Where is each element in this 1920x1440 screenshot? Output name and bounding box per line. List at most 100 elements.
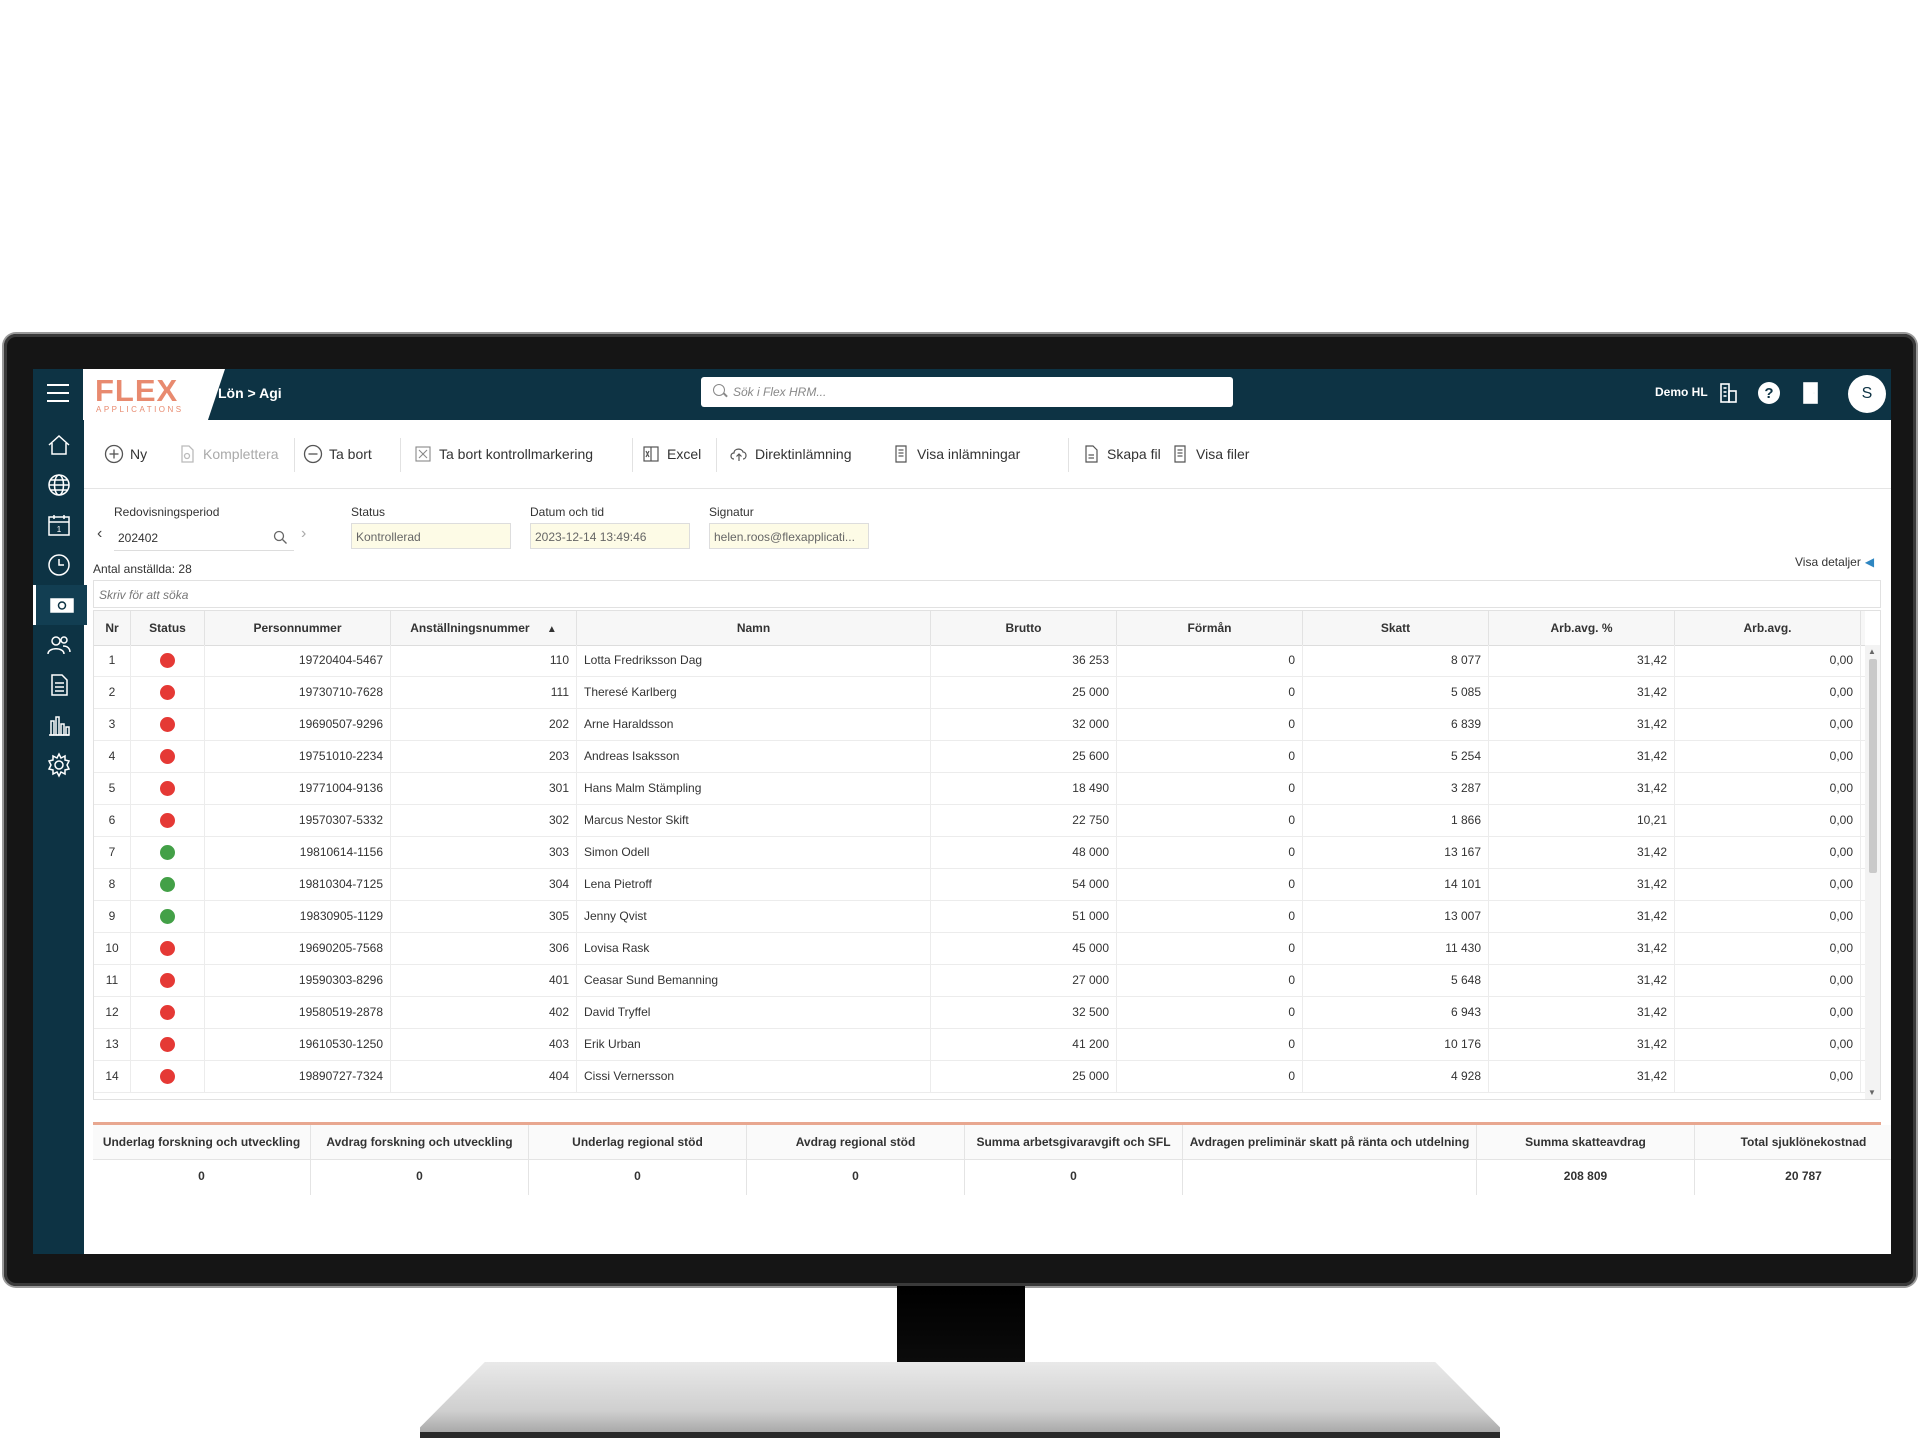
summary-label: Avdrag forskning och utveckling	[311, 1125, 528, 1160]
menu-icon[interactable]	[47, 384, 69, 404]
cell-skatt: 10 176	[1303, 1029, 1489, 1061]
summary-column: Summa arbetsgivaravgift och SFL 0	[965, 1125, 1183, 1195]
cell-arbavg: 0,00	[1675, 933, 1861, 965]
sidebar-item-people[interactable]	[33, 625, 84, 665]
sidebar-item-time[interactable]	[33, 545, 84, 585]
summary-column: Avdragen preliminär skatt på ränta och u…	[1183, 1125, 1477, 1195]
sidebar-item-calendar[interactable]: 1	[33, 505, 84, 545]
cell-forman: 0	[1117, 645, 1303, 677]
cell-arbavg: 0,00	[1675, 805, 1861, 837]
global-search-input[interactable]: Sök i Flex HRM...	[701, 377, 1233, 407]
sidebar-item-documents[interactable]	[33, 665, 84, 705]
table-row[interactable]: 2 19730710-7628 111 Theresé Karlberg 25 000 0…	[94, 677, 1865, 709]
col-namn[interactable]: Namn	[577, 611, 931, 645]
status-dot-icon	[160, 717, 175, 733]
scrollbar-thumb[interactable]	[1869, 659, 1877, 873]
building-icon[interactable]	[1715, 380, 1741, 406]
cell-arbavg: 0,00	[1675, 901, 1861, 933]
sidebar-item-home[interactable]	[33, 425, 84, 465]
new-button[interactable]: Ny	[104, 442, 147, 466]
sidebar: 1	[33, 420, 87, 1254]
cell-status	[131, 997, 205, 1029]
global-search-placeholder: Sök i Flex HRM...	[733, 385, 827, 399]
previous-period-icon[interactable]: ‹	[97, 525, 102, 543]
complete-button[interactable]: Komplettera	[177, 442, 278, 466]
col-brutto[interactable]: Brutto	[931, 611, 1117, 645]
remove-control-mark-button[interactable]: Ta bort kontrollmarkering	[413, 442, 593, 466]
col-arbavg[interactable]: Arb.avg.	[1675, 611, 1861, 645]
cell-arbavg-pct: 31,42	[1489, 709, 1675, 741]
col-nr[interactable]: Nr	[94, 611, 131, 645]
cell-skatt: 13 007	[1303, 901, 1489, 933]
cell-skatt: 8 077	[1303, 645, 1489, 677]
show-details-link[interactable]: Visa detaljer ◀	[1795, 555, 1874, 569]
cell-personnummer: 19580519-2878	[205, 997, 391, 1029]
cell-namn: Cissi Vernersson	[577, 1061, 931, 1093]
period-input[interactable]: 202402	[114, 525, 294, 551]
summary-label: Underlag forskning och utveckling	[93, 1125, 310, 1160]
people-icon	[46, 636, 71, 655]
cell-status	[131, 645, 205, 677]
avatar[interactable]: S	[1848, 375, 1886, 413]
cell-arbavg: 0,00	[1675, 709, 1861, 741]
company-name[interactable]: Demo HL	[1655, 385, 1708, 399]
table-row[interactable]: 8 19810304-7125 304 Lena Pietroff 54 000 0 14 …	[94, 869, 1865, 901]
table-row[interactable]: 5 19771004-9136 301 Hans Malm Stämpling 18 4…	[94, 773, 1865, 805]
logo[interactable]: FLEX APPLICATIONS	[83, 369, 225, 420]
cell-namn: Lotta Fredriksson Dag	[577, 645, 931, 677]
status-dot-icon	[160, 845, 175, 861]
scroll-down-icon[interactable]: ▼	[1868, 1088, 1876, 1097]
cell-anstallningsnummer: 111	[391, 677, 577, 709]
sidebar-item-payroll[interactable]	[33, 585, 87, 625]
toolbar-divider	[632, 438, 633, 472]
table-row[interactable]: 4 19751010-2234 203 Andreas Isaksson 25 600 0…	[94, 741, 1865, 773]
sidebar-item-settings[interactable]	[33, 745, 84, 785]
summary-value	[1183, 1160, 1476, 1193]
cell-forman: 0	[1117, 901, 1303, 933]
cell-status	[131, 709, 205, 741]
table-row[interactable]: 6 19570307-5332 302 Marcus Nestor Skift 22 7…	[94, 805, 1865, 837]
sidebar-item-globe[interactable]	[33, 465, 84, 505]
help-icon[interactable]: ?	[1756, 380, 1782, 406]
col-forman[interactable]: Förmån	[1117, 611, 1303, 645]
table-row[interactable]: 1 19720404-5467 110 Lotta Fredriksson Dag 36…	[94, 645, 1865, 677]
cell-arbavg: 0,00	[1675, 741, 1861, 773]
status-field: Kontrollerad	[351, 523, 511, 549]
cell-personnummer: 19570307-5332	[205, 805, 391, 837]
table-scrollbar[interactable]: ▲ ▼	[1865, 645, 1880, 1099]
cell-arbavg: 0,00	[1675, 1061, 1861, 1093]
col-arbavg-pct[interactable]: Arb.avg. %	[1489, 611, 1675, 645]
cell-brutto: 25 000	[931, 1061, 1117, 1093]
next-period-icon[interactable]: ›	[301, 525, 306, 543]
table-search-input[interactable]: Skriv för att söka	[93, 580, 1881, 608]
table-row[interactable]: 9 19830905-1129 305 Jenny Qvist 51 000 0 13 00…	[94, 901, 1865, 933]
table-row[interactable]: 12 19580519-2878 402 David Tryffel 32 500 0 6 …	[94, 997, 1865, 1029]
cell-arbavg-pct: 31,42	[1489, 741, 1675, 773]
cell-forman: 0	[1117, 709, 1303, 741]
status-dot-icon	[160, 685, 175, 701]
sidebar-item-reports[interactable]	[33, 705, 84, 745]
direct-submission-label: Direktinlämning	[755, 446, 852, 462]
col-anstallningsnummer[interactable]: Anställningsnummer ▲	[391, 611, 577, 645]
table-row[interactable]: 7 19810614-1156 303 Simon Odell 48 000 0 13 16…	[94, 837, 1865, 869]
table-row[interactable]: 11 19590303-8296 401 Ceasar Sund Bemanning 2…	[94, 965, 1865, 997]
table-row[interactable]: 13 19610530-1250 403 Erik Urban 41 200 0 10 17…	[94, 1029, 1865, 1061]
table-row[interactable]: 3 19690507-9296 202 Arne Haraldsson 32 000 0 6…	[94, 709, 1865, 741]
show-submissions-button[interactable]: Visa inlämningar	[891, 442, 1020, 466]
cell-anstallningsnummer: 305	[391, 901, 577, 933]
excel-button[interactable]: Excel	[641, 442, 701, 466]
table-row[interactable]: 14 19890727-7324 404 Cissi Vernersson 25 000…	[94, 1061, 1865, 1093]
create-file-button[interactable]: Skapa fil	[1081, 442, 1161, 466]
table-row[interactable]: 10 19690205-7568 306 Lovisa Rask 45 000 0 11 4…	[94, 933, 1865, 965]
delete-button[interactable]: Ta bort	[303, 442, 372, 466]
cell-status	[131, 869, 205, 901]
cell-skatt: 3 287	[1303, 773, 1489, 805]
col-skatt[interactable]: Skatt	[1303, 611, 1489, 645]
logout-door-icon[interactable]	[1797, 380, 1823, 406]
show-files-button[interactable]: Visa filer	[1170, 442, 1249, 466]
col-status[interactable]: Status	[131, 611, 205, 645]
scroll-up-icon[interactable]: ▲	[1868, 647, 1876, 656]
col-personnummer[interactable]: Personnummer	[205, 611, 391, 645]
cell-arbavg-pct: 31,42	[1489, 869, 1675, 901]
direct-submission-button[interactable]: Direktinlämning	[729, 442, 851, 466]
